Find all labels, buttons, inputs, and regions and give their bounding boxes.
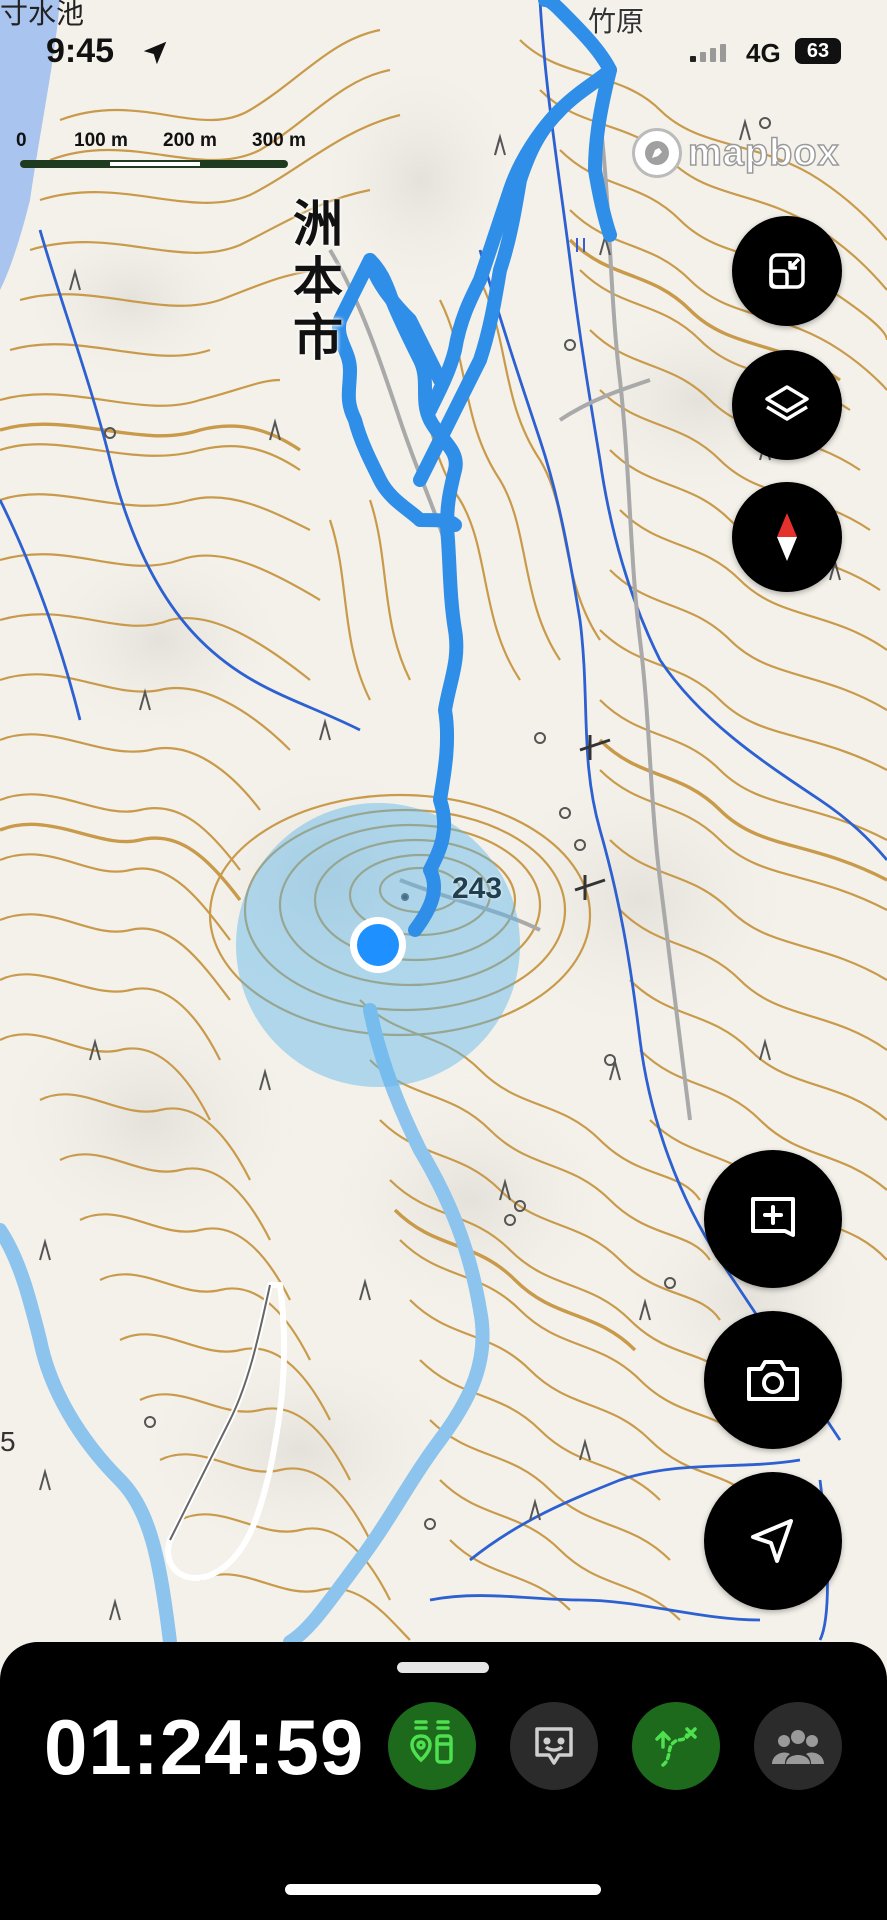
camera-icon: [747, 1360, 799, 1401]
mapbox-attribution[interactable]: mapbox: [632, 128, 840, 178]
elevation-label: 243: [452, 872, 503, 905]
mapbox-wordmark: mapbox: [687, 131, 840, 175]
trail-markers-button[interactable]: [388, 1702, 476, 1790]
map-label-city: 洲本市: [293, 195, 343, 367]
compass-button[interactable]: [732, 482, 842, 592]
status-bar: 9:45 4G 63: [0, 0, 887, 110]
sheet-drag-handle[interactable]: [397, 1662, 489, 1673]
battery-indicator: 63: [795, 38, 841, 64]
clock: 9:45: [46, 32, 115, 70]
tracking-bottom-sheet[interactable]: 01:24:59: [0, 1642, 887, 1920]
scale-label-0: 0: [16, 130, 27, 151]
signal-strength-icon: [690, 44, 726, 62]
trail-markers-icon: [410, 1720, 453, 1764]
camera-button[interactable]: [704, 1311, 842, 1449]
shrink-icon: [769, 253, 805, 289]
navigation-arrow-icon: [751, 1519, 793, 1563]
group-icon: [772, 1730, 824, 1764]
map-layers-button[interactable]: [732, 350, 842, 460]
mapbox-logo-icon: [632, 128, 682, 178]
add-note-button[interactable]: [704, 1150, 842, 1288]
add-note-icon: [751, 1197, 795, 1237]
scale-label-100: 100 m: [74, 130, 128, 151]
group-button[interactable]: [754, 1702, 842, 1790]
route-icon: [655, 1727, 697, 1767]
map-label-left-edge: 5: [0, 1426, 16, 1457]
layers-icon: [765, 385, 809, 421]
locate-me-button[interactable]: [704, 1472, 842, 1610]
home-indicator[interactable]: [285, 1884, 601, 1895]
route-button[interactable]: [632, 1702, 720, 1790]
messages-button[interactable]: [510, 1702, 598, 1790]
compass-icon: [777, 513, 797, 561]
message-icon: [535, 1727, 573, 1765]
elapsed-timer: 01:24:59: [44, 1703, 365, 1791]
fullscreen-button[interactable]: [732, 216, 842, 326]
location-services-icon: [143, 41, 167, 65]
network-type: 4G: [746, 38, 781, 68]
scale-label-200: 200 m: [163, 130, 217, 151]
scale-label-300: 300 m: [252, 130, 306, 151]
